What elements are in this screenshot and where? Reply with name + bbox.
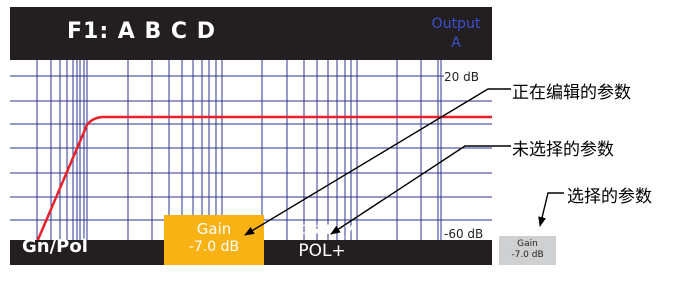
selected-example-value: -7.0 dB — [511, 250, 544, 260]
arrow-selected — [538, 192, 564, 227]
selected-example: Gain -7.0 dB — [499, 236, 556, 265]
arrow-unselected — [330, 145, 511, 235]
annotation-editing: 正在编辑的参数 — [512, 83, 631, 103]
selected-example-label: Gain — [517, 239, 538, 249]
annotation-selected: 选择的参数 — [567, 187, 652, 207]
arrow-editing — [244, 88, 511, 236]
annotation-unselected: 未选择的参数 — [512, 140, 614, 160]
